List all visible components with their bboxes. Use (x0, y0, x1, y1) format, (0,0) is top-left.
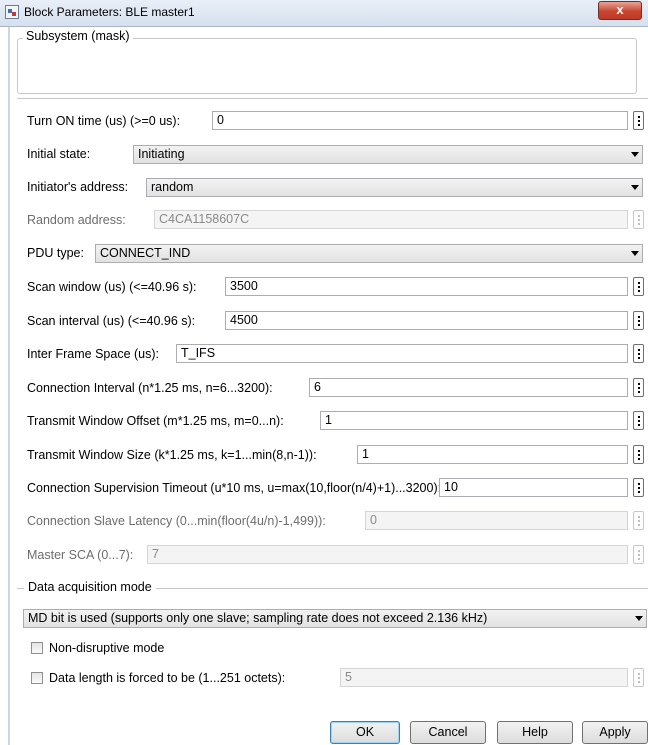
initial-state-dropdown[interactable]: Initiating (133, 145, 643, 164)
data-length-field: 5 (340, 668, 628, 687)
scan-window-more-button[interactable] (633, 277, 644, 296)
supervision-timeout-more-button[interactable] (633, 478, 644, 497)
chevron-down-icon (631, 185, 639, 190)
pdu-type-value: CONNECT_IND (100, 246, 191, 260)
title-bar: Block Parameters: BLE master1 x (0, 0, 648, 27)
scan-interval-field[interactable]: 4500 (225, 311, 628, 330)
initiator-address-label: Initiator's address: (27, 180, 129, 194)
parameters-panel (17, 98, 648, 574)
chevron-down-icon (635, 616, 643, 621)
data-acquisition-label: Data acquisition mode (24, 580, 156, 594)
window-title: Block Parameters: BLE master1 (24, 5, 195, 19)
simulink-block-icon (5, 5, 19, 19)
initial-state-value: Initiating (138, 147, 185, 161)
initiator-address-dropdown[interactable]: random (146, 178, 643, 197)
scan-interval-more-button[interactable] (633, 311, 644, 330)
connection-interval-label: Connection Interval (n*1.25 ms, n=6...32… (27, 381, 273, 395)
data-acquisition-mode-dropdown[interactable]: MD bit is used (supports only one slave;… (23, 609, 647, 628)
chevron-down-icon (631, 152, 639, 157)
data-length-checkbox[interactable] (31, 672, 43, 684)
master-sca-label: Master SCA (0...7): (27, 548, 134, 562)
transmit-window-offset-field[interactable]: 1 (320, 411, 628, 430)
random-address-more-button (633, 210, 644, 229)
initial-state-label: Initial state: (27, 147, 91, 161)
close-icon: x (616, 2, 624, 17)
chevron-down-icon (631, 251, 639, 256)
transmit-window-size-field[interactable]: 1 (357, 445, 628, 464)
scan-window-label: Scan window (us) (<=40.96 s): (27, 280, 197, 294)
random-address-label: Random address: (27, 213, 126, 227)
mask-group-label: Subsystem (mask) (23, 29, 133, 43)
pdu-type-label: PDU type: (27, 246, 84, 260)
ok-button[interactable]: OK (330, 721, 400, 744)
slave-latency-field: 0 (365, 511, 628, 530)
initiator-address-value: random (151, 180, 194, 194)
transmit-window-offset-more-button[interactable] (633, 411, 644, 430)
scan-window-field[interactable]: 3500 (225, 277, 628, 296)
data-acquisition-mode-value: MD bit is used (supports only one slave;… (28, 611, 488, 625)
random-address-field: C4CA1158607C (154, 210, 628, 229)
data-length-label: Data length is forced to be (1...251 oct… (49, 671, 286, 685)
turn-on-time-more-button[interactable] (633, 111, 644, 130)
turn-on-time-label: Turn ON time (us) (>=0 us): (27, 114, 181, 128)
pdu-type-dropdown[interactable]: CONNECT_IND (95, 244, 643, 263)
supervision-timeout-label: Connection Supervision Timeout (u*10 ms,… (27, 481, 442, 495)
turn-on-time-field[interactable]: 0 (212, 111, 628, 130)
inter-frame-space-label: Inter Frame Space (us): (27, 347, 159, 361)
supervision-timeout-field[interactable]: 10 (439, 478, 628, 497)
transmit-window-size-label: Transmit Window Size (k*1.25 ms, k=1...m… (27, 448, 317, 462)
connection-interval-field[interactable]: 6 (309, 378, 628, 397)
data-length-more-button (633, 668, 644, 687)
window-frame (8, 27, 10, 745)
scan-interval-label: Scan interval (us) (<=40.96 s): (27, 314, 196, 328)
non-disruptive-label: Non-disruptive mode (49, 641, 165, 655)
connection-interval-more-button[interactable] (633, 378, 644, 397)
master-sca-more-button (633, 545, 644, 564)
transmit-window-offset-label: Transmit Window Offset (m*1.25 ms, m=0..… (27, 414, 284, 428)
transmit-window-size-more-button[interactable] (633, 445, 644, 464)
apply-button[interactable]: Apply (582, 721, 648, 744)
inter-frame-space-more-button[interactable] (633, 344, 644, 363)
slave-latency-more-button (633, 511, 644, 530)
slave-latency-label: Connection Slave Latency (0...min(floor(… (27, 514, 326, 528)
non-disruptive-checkbox[interactable] (31, 642, 43, 654)
mask-description-box (17, 38, 637, 94)
close-button[interactable]: x (598, 1, 642, 20)
help-button[interactable]: Help (497, 721, 573, 744)
master-sca-field: 7 (147, 545, 628, 564)
cancel-button[interactable]: Cancel (410, 721, 486, 744)
inter-frame-space-field[interactable]: T_IFS (176, 344, 628, 363)
